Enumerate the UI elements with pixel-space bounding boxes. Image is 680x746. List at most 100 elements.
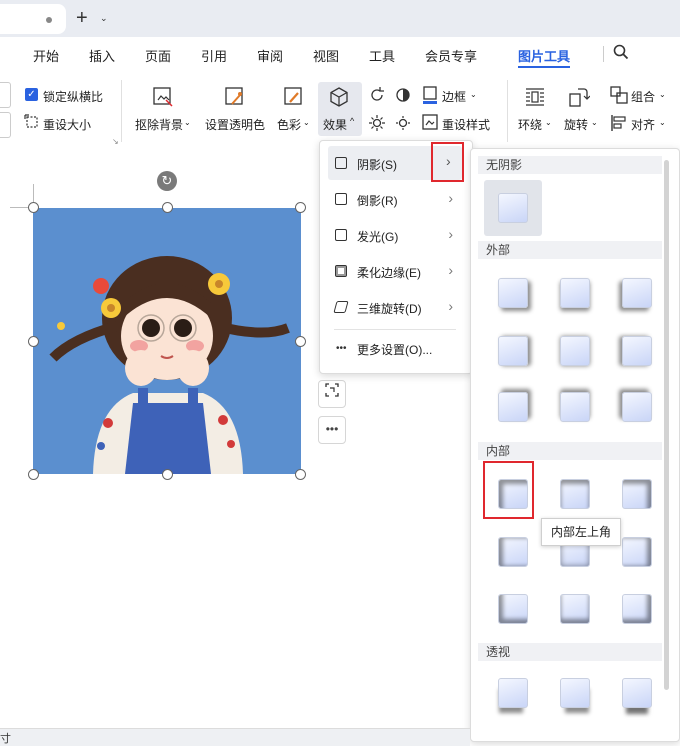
rotate-icon: [568, 86, 591, 108]
inner-shadow-option[interactable]: [498, 594, 528, 624]
color-button[interactable]: 色彩: [277, 116, 301, 133]
reset-style-icon: [422, 114, 438, 133]
inner-shadow-option[interactable]: [498, 537, 528, 567]
lock-ratio-checkbox[interactable]: ✓: [25, 88, 38, 101]
brightness-up-icon[interactable]: [368, 114, 386, 135]
remove-background-icon: [152, 86, 174, 108]
new-tab-button[interactable]: +: [76, 7, 88, 30]
menu-item-3d-rotation[interactable]: 三维旋转(D) ›: [319, 290, 471, 324]
submenu-arrow-icon[interactable]: ›: [446, 153, 451, 169]
border-button[interactable]: 边框: [442, 88, 466, 105]
inner-shadow-option[interactable]: [560, 594, 590, 624]
menu-item-soft-edges[interactable]: 柔化边缘(E) ›: [319, 254, 471, 288]
shadow-preview: [498, 193, 528, 223]
menu-reference[interactable]: 引用: [201, 46, 227, 65]
unsaved-dot-icon: [46, 17, 52, 23]
menu-insert[interactable]: 插入: [89, 46, 115, 65]
search-icon[interactable]: [613, 44, 629, 63]
tab-list-chevron-icon[interactable]: ⌄: [100, 13, 108, 24]
selected-picture[interactable]: [33, 208, 301, 474]
outer-shadow-option[interactable]: [560, 392, 590, 422]
group-button[interactable]: 组合: [631, 88, 655, 105]
crop-float-button[interactable]: [318, 380, 346, 408]
ribbon-divider: [121, 80, 122, 142]
panel-scrollbar[interactable]: [664, 160, 669, 690]
rotate-button[interactable]: 旋转: [564, 116, 588, 133]
chevron-down-icon: ⌄: [184, 118, 191, 127]
document-tab[interactable]: [0, 4, 66, 34]
menu-item-glow[interactable]: 发光(G) ›: [319, 218, 471, 252]
chevron-down-icon: ⌄: [591, 118, 598, 127]
chevron-up-icon: ^: [350, 116, 355, 126]
menu-item-reflection[interactable]: 倒影(R) ›: [319, 182, 471, 216]
inner-shadow-option[interactable]: [622, 479, 652, 509]
perspective-shadow-option[interactable]: [560, 678, 590, 708]
outer-shadow-option[interactable]: [560, 278, 590, 308]
dialog-launcher-icon[interactable]: ↘: [112, 137, 119, 146]
more-settings-dots-icon: •••: [336, 343, 347, 354]
wrap-button[interactable]: 环绕: [518, 116, 542, 133]
menu-item-label: 发光(G): [357, 230, 399, 244]
resize-handle[interactable]: [162, 469, 173, 480]
outer-shadow-option[interactable]: [560, 336, 590, 366]
lock-ratio-label[interactable]: 锁定纵横比: [43, 88, 103, 105]
effect-button[interactable]: 效果: [323, 116, 347, 133]
submenu-arrow-icon: ›: [448, 262, 453, 278]
align-icon: [610, 114, 628, 135]
chevron-down-icon: ⌄: [659, 118, 666, 127]
menu-tools[interactable]: 工具: [369, 46, 395, 65]
no-shadow-option[interactable]: [484, 180, 542, 236]
more-dots-icon: •••: [325, 422, 339, 436]
status-bar: [0, 728, 470, 746]
chevron-down-icon: ⌄: [545, 118, 552, 127]
size-spinner[interactable]: [0, 82, 11, 108]
menu-divider: [334, 329, 456, 330]
outer-shadow-option[interactable]: [622, 278, 652, 308]
chevron-down-icon: ⌄: [303, 118, 310, 127]
outer-shadow-option[interactable]: [622, 392, 652, 422]
glow-icon: [335, 229, 347, 241]
chevron-down-icon: ⌄: [470, 90, 477, 99]
menu-view[interactable]: 视图: [313, 46, 339, 65]
menu-review[interactable]: 审阅: [257, 46, 283, 65]
resize-handle[interactable]: [295, 336, 306, 347]
menu-page[interactable]: 页面: [145, 46, 171, 65]
inner-shadow-option[interactable]: [622, 594, 652, 624]
menu-member[interactable]: 会员专享: [425, 46, 477, 65]
remove-background-button[interactable]: 抠除背景: [135, 116, 183, 133]
shadow-icon: [335, 157, 347, 169]
menu-item-label: 倒影(R): [357, 194, 398, 208]
tooltip: 内部左上角: [541, 518, 621, 546]
resize-handle[interactable]: [28, 336, 39, 347]
size-spinner[interactable]: [0, 112, 11, 138]
resize-handle[interactable]: [162, 202, 173, 213]
resize-handle[interactable]: [28, 202, 39, 213]
resize-handle[interactable]: [28, 469, 39, 480]
menu-picture-tools[interactable]: 图片工具: [518, 46, 570, 65]
align-button[interactable]: 对齐: [631, 116, 655, 133]
perspective-shadow-option[interactable]: [498, 678, 528, 708]
inner-shadow-option[interactable]: [622, 537, 652, 567]
resize-handle[interactable]: [295, 469, 306, 480]
chevron-down-icon: ⌄: [659, 90, 666, 99]
outer-shadow-option[interactable]: [622, 336, 652, 366]
outer-shadow-option[interactable]: [498, 392, 528, 422]
perspective-shadow-option[interactable]: [622, 678, 652, 708]
outer-shadow-option[interactable]: [498, 278, 528, 308]
brightness-down-icon[interactable]: [394, 114, 412, 135]
more-float-button[interactable]: •••: [318, 416, 346, 444]
section-no-shadow: 无阴影: [478, 156, 662, 174]
more-settings-item[interactable]: 更多设置(O)...: [357, 341, 432, 358]
rotate-handle-icon[interactable]: ↻: [157, 171, 177, 191]
menu-home[interactable]: 开始: [33, 46, 59, 65]
resize-handle[interactable]: [295, 202, 306, 213]
outer-shadow-option[interactable]: [498, 336, 528, 366]
set-transparent-button[interactable]: 设置透明色: [205, 116, 265, 133]
border-icon: [422, 86, 438, 107]
reset-size-button[interactable]: 重设大小: [43, 116, 91, 133]
inner-shadow-option[interactable]: [560, 479, 590, 509]
reset-style-button[interactable]: 重设样式: [442, 116, 490, 133]
rotate-right-icon[interactable]: [368, 86, 386, 107]
contrast-icon[interactable]: [394, 86, 412, 107]
menu-divider: [603, 46, 604, 62]
